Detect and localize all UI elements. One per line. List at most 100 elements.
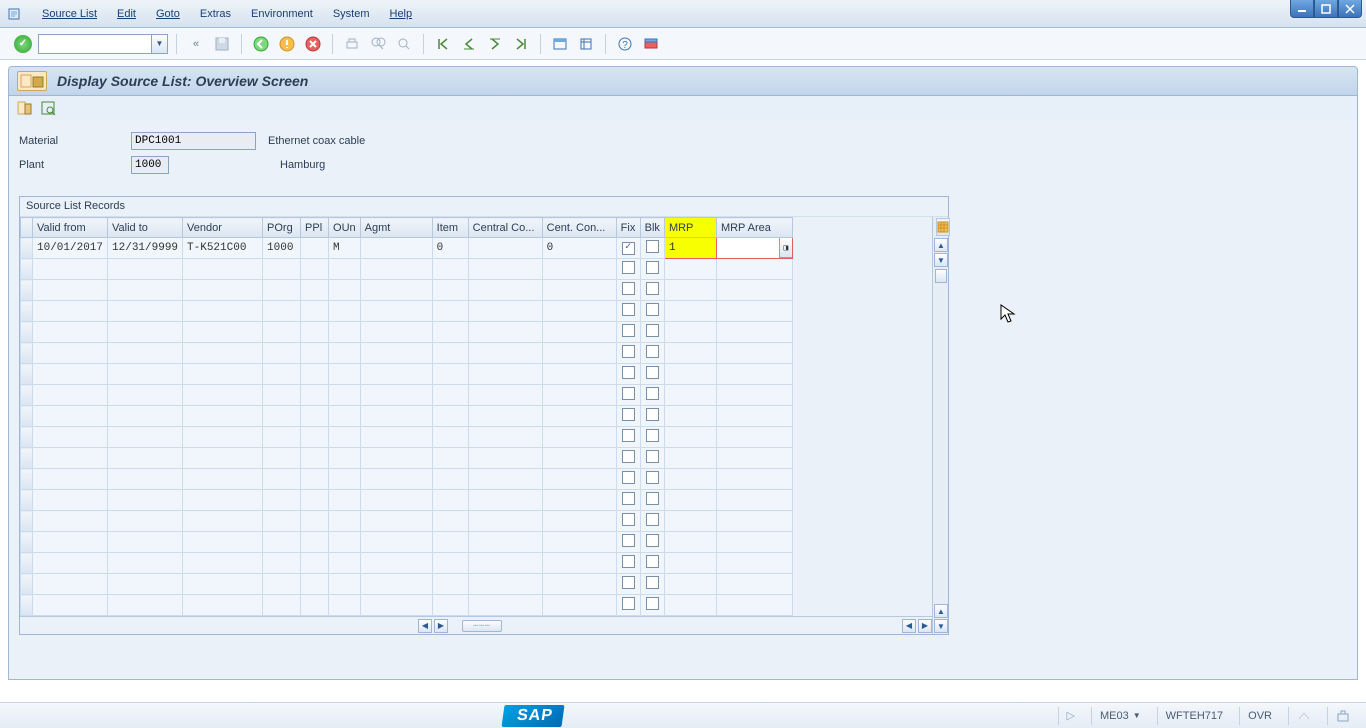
checkbox[interactable] — [646, 555, 659, 568]
table-cell[interactable] — [640, 364, 664, 385]
table-cell[interactable]: 0 — [542, 238, 616, 259]
prev-page-button[interactable] — [458, 33, 480, 55]
table-cell[interactable] — [301, 343, 329, 364]
table-cell[interactable] — [183, 574, 263, 595]
table-cell[interactable] — [640, 301, 664, 322]
table-cell[interactable] — [468, 427, 542, 448]
row-selector[interactable] — [21, 322, 33, 343]
table-cell[interactable]: 1 — [664, 238, 716, 259]
status-icon2[interactable] — [1327, 707, 1358, 725]
row-selector[interactable] — [21, 511, 33, 532]
col-header[interactable]: MRP — [664, 218, 716, 238]
table-cell[interactable] — [263, 343, 301, 364]
table-cell[interactable] — [432, 364, 468, 385]
table-cell[interactable] — [542, 259, 616, 280]
table-cell[interactable] — [664, 532, 716, 553]
scroll-up2-icon[interactable]: ▲ — [934, 604, 948, 618]
table-cell[interactable] — [301, 469, 329, 490]
table-cell[interactable] — [432, 574, 468, 595]
table-cell[interactable] — [716, 406, 792, 427]
table-cell[interactable] — [108, 406, 183, 427]
table-cell[interactable] — [329, 259, 361, 280]
table-cell[interactable] — [616, 469, 640, 490]
table-cell[interactable] — [664, 490, 716, 511]
table-cell[interactable] — [329, 343, 361, 364]
table-cell[interactable] — [329, 280, 361, 301]
table-cell[interactable] — [108, 322, 183, 343]
exit-button[interactable] — [276, 33, 298, 55]
table-cell[interactable] — [108, 595, 183, 616]
table-cell[interactable] — [432, 322, 468, 343]
row-selector[interactable] — [21, 238, 33, 259]
table-cell[interactable] — [360, 301, 432, 322]
help-button[interactable]: ? — [614, 33, 636, 55]
table-cell[interactable] — [183, 385, 263, 406]
table-cell[interactable] — [468, 553, 542, 574]
table-cell[interactable] — [329, 511, 361, 532]
checkbox[interactable] — [622, 450, 635, 463]
row-selector[interactable] — [21, 490, 33, 511]
col-header[interactable]: OUn — [329, 218, 361, 238]
table-cell[interactable] — [33, 574, 108, 595]
table-cell[interactable] — [432, 259, 468, 280]
col-header[interactable]: Valid from — [33, 218, 108, 238]
table-cell[interactable]: M — [329, 238, 361, 259]
table-cell[interactable] — [640, 595, 664, 616]
scroll-thumb[interactable]: ┄┄┄ — [462, 620, 502, 632]
table-cell[interactable] — [542, 385, 616, 406]
table-cell[interactable] — [716, 343, 792, 364]
table-cell[interactable] — [263, 532, 301, 553]
table-cell[interactable] — [664, 448, 716, 469]
col-header[interactable]: Agmt — [360, 218, 432, 238]
table-cell[interactable] — [329, 553, 361, 574]
table-cell[interactable] — [329, 469, 361, 490]
table-cell[interactable] — [108, 385, 183, 406]
table-cell[interactable] — [640, 385, 664, 406]
row-selector[interactable] — [21, 553, 33, 574]
table-cell[interactable] — [301, 385, 329, 406]
table-cell[interactable] — [542, 406, 616, 427]
table-cell[interactable] — [640, 280, 664, 301]
table-cell[interactable] — [263, 280, 301, 301]
table-cell[interactable] — [360, 259, 432, 280]
checkbox[interactable] — [622, 366, 635, 379]
checkbox[interactable] — [622, 513, 635, 526]
table-cell[interactable] — [263, 427, 301, 448]
scroll-up-icon[interactable]: ▲ — [934, 238, 948, 252]
table-cell[interactable] — [664, 574, 716, 595]
table-cell[interactable] — [360, 406, 432, 427]
source-list-table[interactable]: Valid fromValid toVendorPOrgPPlOUnAgmtIt… — [20, 217, 793, 616]
close-button[interactable] — [1338, 0, 1362, 18]
first-page-button[interactable] — [432, 33, 454, 55]
row-selector[interactable] — [21, 469, 33, 490]
table-cell[interactable] — [468, 448, 542, 469]
table-cell[interactable] — [468, 343, 542, 364]
table-cell[interactable] — [263, 364, 301, 385]
table-cell[interactable] — [360, 385, 432, 406]
table-cell[interactable] — [108, 259, 183, 280]
table-cell[interactable] — [263, 406, 301, 427]
scroll-left2-icon[interactable]: ◀ — [902, 619, 916, 633]
table-cell[interactable] — [716, 448, 792, 469]
table-cell[interactable] — [360, 238, 432, 259]
table-cell[interactable] — [664, 469, 716, 490]
menu-item-system[interactable]: System — [323, 8, 380, 20]
table-cell[interactable] — [616, 448, 640, 469]
plant-input[interactable]: 1000 — [131, 156, 169, 174]
table-cell[interactable] — [301, 238, 329, 259]
checkbox[interactable] — [646, 513, 659, 526]
enter-button[interactable]: ✓ — [12, 33, 34, 55]
table-cell[interactable] — [33, 322, 108, 343]
checkbox[interactable] — [646, 303, 659, 316]
table-cell[interactable] — [108, 364, 183, 385]
table-cell[interactable] — [301, 301, 329, 322]
cancel-button[interactable] — [302, 33, 324, 55]
row-selector[interactable] — [21, 406, 33, 427]
table-cell[interactable] — [616, 364, 640, 385]
last-page-button[interactable] — [510, 33, 532, 55]
table-cell[interactable] — [468, 364, 542, 385]
table-cell[interactable] — [468, 595, 542, 616]
table-cell[interactable] — [616, 427, 640, 448]
table-cell[interactable] — [664, 322, 716, 343]
find-next-button[interactable] — [393, 33, 415, 55]
